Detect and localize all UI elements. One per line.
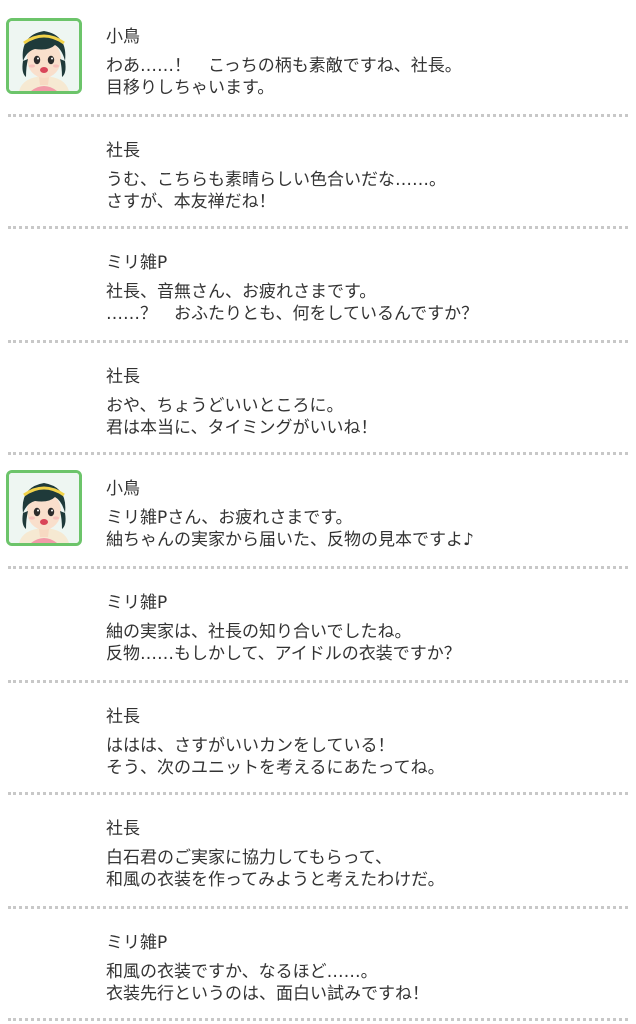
dialog-entry: 社長ははは、さすがいいカンをしている！ そう、次のユニットを考えるにあたってね。	[0, 680, 636, 792]
dialog-entry: 小鳥わあ……！ こっちの柄も素敵ですね、社長。 目移りしちゃいます。	[0, 0, 636, 112]
dialog-line: うむ、こちらも素晴らしい色合いだな……。	[106, 170, 446, 190]
dotted-separator	[8, 114, 628, 117]
dialog-line: 衣装先行というのは、面白い試みですね！	[106, 984, 429, 1004]
kotori-portrait-icon	[9, 473, 79, 543]
speaker-name: 社長	[106, 367, 140, 387]
dialog-line: ミリ雑Pさん、お疲れさまです。	[106, 508, 353, 528]
dialog-line: そう、次のユニットを考えるにあたってね。	[106, 758, 445, 778]
speaker-name: 社長	[106, 141, 140, 161]
speaker-avatar	[6, 18, 82, 94]
dialog-line: 和風の衣装を作ってみようと考えたわけだ。	[106, 870, 445, 890]
dialog-log[interactable]: 小鳥 わあ……！ こっちの柄も素敵ですね、社長。 目移りしちゃいます。 社長 うむ、こち…	[0, 0, 636, 1024]
speaker-name: ミリ雑P	[106, 253, 168, 273]
dialog-line: さすが、本友禅だね！	[106, 192, 276, 212]
dotted-separator	[8, 340, 628, 343]
speaker-avatar	[6, 470, 82, 546]
dialog-text: ははは、さすがいいカンをしている！ そう、次のユニットを考えるにあたってね。	[106, 735, 445, 779]
dialog-entry: 小鳥ミリ雑Pさん、お疲れさまです。 紬ちゃんの実家から届いた、反物の見本ですよ♪	[0, 452, 636, 564]
speaker-name: 社長	[106, 707, 140, 727]
dotted-separator	[8, 566, 628, 569]
dotted-separator	[8, 1018, 628, 1021]
dialog-text: 白石君のご実家に協力してもらって、 和風の衣装を作ってみようと考えたわけだ。	[106, 847, 445, 891]
dialog-line: 紬の実家は、社長の知り合いでしたね。	[106, 622, 412, 642]
speaker-name: ミリ雑P	[106, 933, 168, 953]
dialog-line: 君は本当に、タイミングがいいね！	[106, 418, 378, 438]
dialog-text: ミリ雑Pさん、お疲れさまです。 紬ちゃんの実家から届いた、反物の見本ですよ♪	[106, 507, 474, 551]
dialog-entry: ミリ雑P 和風の衣装ですか、なるほど……。 衣装先行というのは、面白い試みですね！	[0, 906, 636, 1018]
dotted-separator	[8, 452, 628, 455]
dotted-separator	[8, 226, 628, 229]
dialog-entry: ミリ雑P 紬の実家は、社長の知り合いでしたね。 反物……もしかして、アイドルの衣装で…	[0, 566, 636, 678]
dialog-line: おや、ちょうどいいところに。	[106, 396, 344, 416]
dialog-entry: 社長白石君のご実家に協力してもらって、 和風の衣装を作ってみようと考えたわけだ。	[0, 792, 636, 904]
dialog-line: ははは、さすがいいカンをしている！	[106, 736, 395, 756]
dialog-line: 社長、音無さん、お疲れさまです。	[106, 282, 377, 302]
dialog-text: うむ、こちらも素晴らしい色合いだな……。 さすが、本友禅だね！	[106, 169, 446, 213]
dialog-entry: 社長うむ、こちらも素晴らしい色合いだな……。 さすが、本友禅だね！	[0, 114, 636, 226]
dialog-text: 紬の実家は、社長の知り合いでしたね。 反物……もしかして、アイドルの衣装ですか？	[106, 621, 461, 665]
dialog-text: わあ……！ こっちの柄も素敵ですね、社長。 目移りしちゃいます。	[106, 55, 462, 99]
speaker-name: 小鳥	[106, 479, 140, 499]
dialog-line: ……？ おふたりとも、何をしているんですか？	[106, 304, 479, 324]
dialog-line: わあ……！ こっちの柄も素敵ですね、社長。	[106, 56, 462, 76]
dialog-line: 和風の衣装ですか、なるほど……。	[106, 962, 378, 982]
dialog-text: 和風の衣装ですか、なるほど……。 衣装先行というのは、面白い試みですね！	[106, 961, 429, 1005]
dialog-entry: 社長おや、ちょうどいいところに。 君は本当に、タイミングがいいね！	[0, 340, 636, 452]
speaker-name: 社長	[106, 819, 140, 839]
speaker-name: 小鳥	[106, 27, 140, 47]
dialog-line: 目移りしちゃいます。	[106, 78, 275, 98]
dialog-line: 白石君のご実家に協力してもらって、	[106, 848, 392, 868]
dialog-text: おや、ちょうどいいところに。 君は本当に、タイミングがいいね！	[106, 395, 378, 439]
dotted-separator	[8, 906, 628, 909]
dialog-entry: ミリ雑P 社長、音無さん、お疲れさまです。……？ おふたりとも、何をしているんです…	[0, 226, 636, 338]
dialog-line: 反物……もしかして、アイドルの衣装ですか？	[106, 644, 461, 664]
dotted-separator	[8, 680, 628, 683]
dialog-text: 社長、音無さん、お疲れさまです。……？ おふたりとも、何をしているんですか？	[106, 281, 478, 325]
kotori-portrait-icon	[9, 21, 79, 91]
dialog-line: 紬ちゃんの実家から届いた、反物の見本ですよ♪	[106, 530, 474, 550]
dotted-separator	[8, 792, 628, 795]
speaker-name: ミリ雑P	[106, 593, 168, 613]
